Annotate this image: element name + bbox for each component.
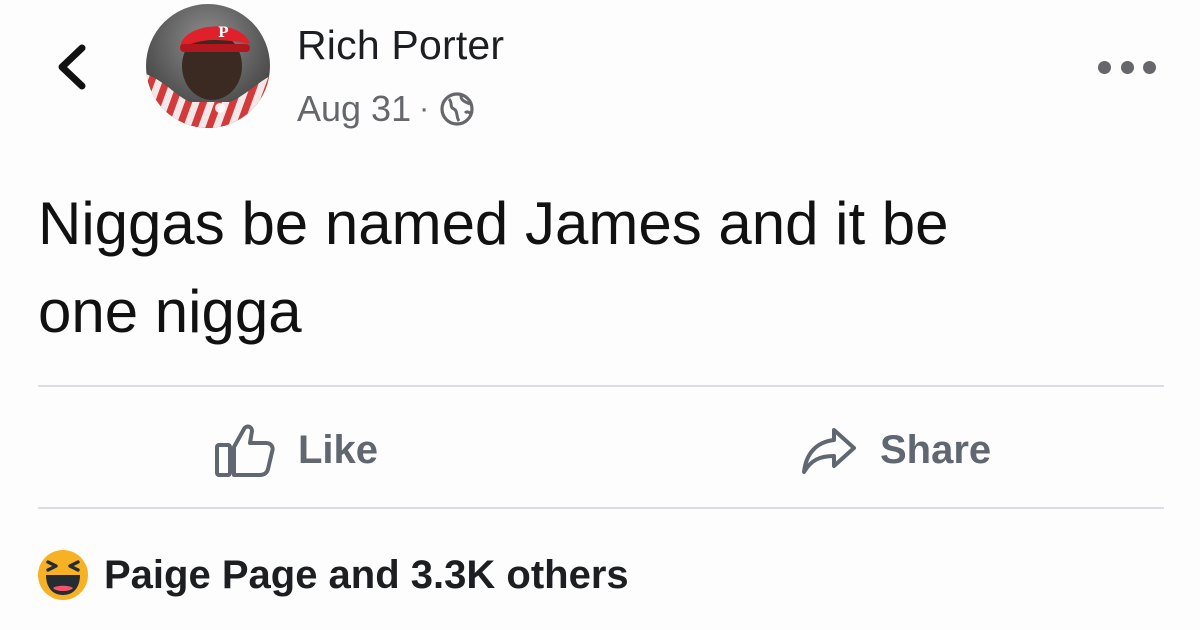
- more-options-button[interactable]: [1098, 54, 1156, 80]
- post-card: P Rich Porter Aug 31 · Niggas be named J…: [0, 0, 1200, 630]
- back-button[interactable]: [50, 40, 94, 94]
- more-horizontal-icon-dot: [1098, 60, 1111, 74]
- divider: [38, 507, 1164, 509]
- chevron-left-icon: [58, 44, 86, 90]
- globe-icon: [440, 92, 474, 126]
- divider: [38, 385, 1164, 387]
- svg-text:P: P: [218, 25, 229, 41]
- reactions-text: Paige Page and 3.3K others: [104, 552, 629, 597]
- author-name[interactable]: Rich Porter: [297, 22, 504, 69]
- avatar[interactable]: P: [146, 4, 270, 128]
- post-date[interactable]: Aug 31: [297, 88, 411, 130]
- post-text: Niggas be named James and it be one nigg…: [38, 180, 1158, 356]
- share-arrow-icon: [802, 428, 856, 474]
- post-meta: Aug 31 ·: [297, 86, 475, 132]
- thumbs-up-icon: [215, 424, 275, 477]
- more-horizontal-icon-dot: [1143, 60, 1156, 74]
- more-horizontal-icon-dot: [1120, 60, 1134, 74]
- like-label: Like: [298, 427, 379, 472]
- share-label: Share: [880, 427, 992, 472]
- post-text-line: one nigga: [38, 278, 302, 345]
- share-button[interactable]: Share: [800, 418, 991, 482]
- haha-emoji-icon: [38, 550, 88, 600]
- like-button[interactable]: Like: [214, 418, 378, 482]
- post-text-line: Niggas be named James and it be: [38, 190, 949, 257]
- profile-photo: P: [146, 4, 270, 128]
- meta-separator: ·: [419, 92, 430, 125]
- reactions-summary[interactable]: Paige Page and 3.3K others: [36, 548, 629, 602]
